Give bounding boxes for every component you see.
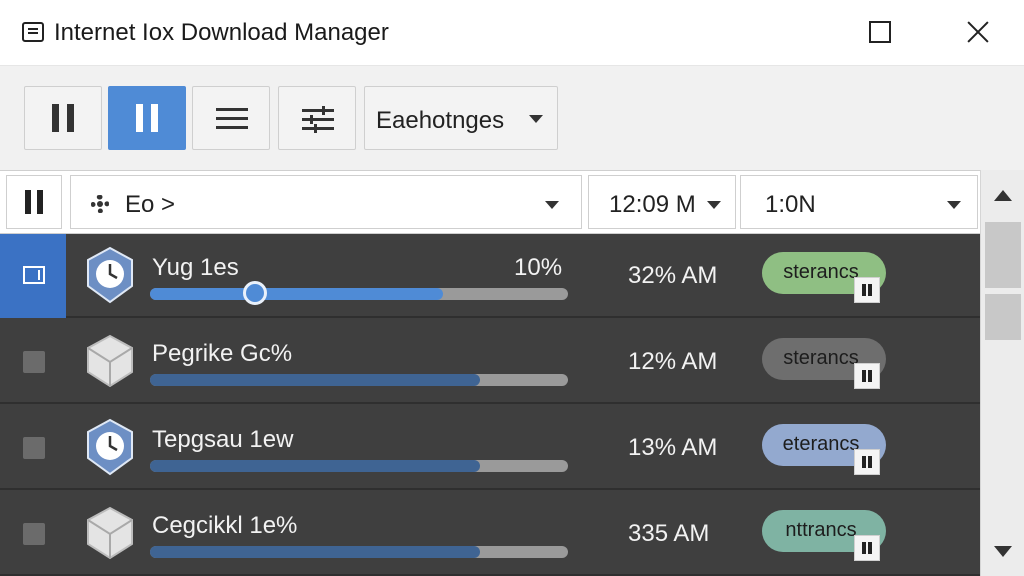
sliders-icon [302, 106, 334, 133]
settings-sliders-button[interactable] [278, 86, 356, 150]
chevron-down-icon [545, 201, 559, 209]
category-select[interactable]: Eo > [70, 175, 582, 229]
progress-bar [150, 460, 568, 472]
range-select-value: 1:0N [765, 191, 816, 218]
download-list: Yug 1es 10% 32% AM sterancs Pegrike Gc% … [0, 234, 980, 576]
time-select-value: 12:09 M [609, 191, 696, 218]
scrollbar-thumb-secondary[interactable] [985, 294, 1021, 340]
download-time: 12% AM [628, 348, 718, 375]
view-dropdown-label: Eaehotnges [376, 107, 505, 134]
progress-fill [150, 460, 481, 472]
range-select[interactable]: 1:0N [740, 175, 978, 229]
window-title: Internet Iox Download Manager [54, 19, 389, 46]
chevron-down-icon [529, 115, 543, 123]
row-pause-button[interactable] [854, 449, 880, 475]
box-file-icon [84, 504, 136, 562]
clock-file-icon [84, 246, 136, 304]
pause-icon [52, 104, 74, 132]
toolbar: Eaehotnges [0, 66, 1024, 170]
clock-file-icon [84, 418, 136, 476]
download-row[interactable]: Cegcikkl 1e% 335 AM nttrancs [0, 492, 980, 576]
download-row[interactable]: Tepgsau 1ew 13% AM eterancs [0, 406, 980, 490]
row-checkbox[interactable] [23, 523, 45, 545]
list-icon [216, 108, 248, 130]
file-name: Cegcikkl 1e% [152, 512, 298, 539]
view-dropdown[interactable]: Eaehotnges [364, 86, 558, 150]
box-file-icon [84, 332, 136, 390]
file-name: Yug 1es [152, 254, 239, 281]
download-time: 32% AM [628, 262, 718, 289]
time-select[interactable]: 12:09 M [588, 175, 736, 229]
selected-item-icon [23, 266, 45, 284]
scrollbar-thumb[interactable] [985, 222, 1021, 288]
vertical-scrollbar[interactable] [980, 170, 1024, 576]
progress-bar [150, 281, 568, 305]
filter-pause-button[interactable] [6, 175, 62, 229]
pause-icon [136, 104, 158, 132]
title-bar: Internet Iox Download Manager [0, 0, 1024, 66]
row-selector[interactable] [0, 406, 66, 490]
row-checkbox[interactable] [23, 437, 45, 459]
row-pause-button[interactable] [854, 535, 880, 561]
progress-fill [150, 374, 481, 386]
chevron-down-icon [947, 201, 961, 209]
download-row[interactable]: Pegrike Gc% 12% AM sterancs [0, 320, 980, 404]
row-checkbox[interactable] [23, 351, 45, 373]
download-row[interactable]: Yug 1es 10% 32% AM sterancs [0, 234, 980, 318]
progress-bar [150, 374, 568, 386]
progress-handle[interactable] [242, 281, 267, 305]
square-icon [869, 21, 891, 43]
file-name: Pegrike Gc% [152, 340, 293, 367]
maximize-button[interactable] [852, 10, 908, 54]
pause-all-button[interactable] [24, 86, 102, 150]
close-button[interactable] [948, 10, 1004, 54]
app-logo-icon [22, 22, 44, 42]
queue-list-button[interactable] [192, 86, 270, 150]
category-select-value: Eo > [125, 191, 176, 218]
row-selector[interactable] [0, 320, 66, 404]
row-pause-button[interactable] [854, 363, 880, 389]
file-name: Tepgsau 1ew [152, 426, 294, 453]
download-time: 335 AM [628, 520, 710, 547]
chevron-down-icon [707, 201, 721, 209]
row-pause-button[interactable] [854, 277, 880, 303]
progress-bar [150, 546, 568, 558]
download-time: 13% AM [628, 434, 718, 461]
progress-percent: 10% [514, 254, 563, 281]
progress-fill [150, 546, 481, 558]
pause-icon [25, 190, 43, 214]
scroll-up-arrow-icon[interactable] [994, 190, 1012, 201]
row-selector[interactable] [0, 234, 66, 318]
row-selector[interactable] [0, 492, 66, 576]
pause-selected-button[interactable] [108, 86, 186, 150]
filter-bar: Eo > 12:09 M 1:0N [0, 170, 984, 234]
scroll-down-arrow-icon[interactable] [994, 546, 1012, 557]
gear-icon [91, 195, 109, 213]
progress-fill [150, 288, 443, 300]
